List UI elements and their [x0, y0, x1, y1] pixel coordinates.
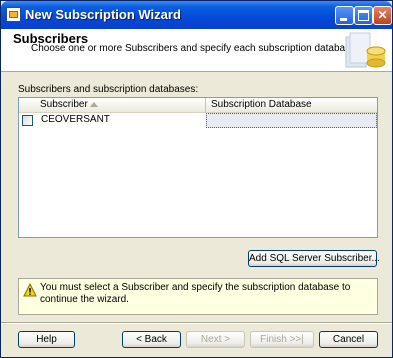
title-bar[interactable]: New Subscription Wizard ✕: [1, 1, 392, 29]
minimize-icon: [340, 18, 347, 21]
grid-header: Subscriber Subscription Database: [19, 98, 377, 113]
next-button[interactable]: Next >: [186, 331, 245, 348]
warning-icon: [23, 283, 37, 297]
subscriber-checkbox[interactable]: [22, 115, 33, 126]
wizard-window: New Subscription Wizard ✕ Subscribers Ch…: [0, 0, 393, 358]
maximize-icon: [358, 10, 369, 21]
back-button[interactable]: < Back: [122, 331, 181, 348]
subscriber-name: CEOVERSANT: [41, 114, 110, 125]
finish-button[interactable]: Finish >>|: [250, 331, 314, 348]
database-graphic-icon: [345, 32, 386, 68]
column-header-subscription-database[interactable]: Subscription Database: [207, 98, 377, 112]
app-icon: [6, 7, 21, 22]
validation-message-text: You must select a Subscriber and specify…: [40, 282, 351, 305]
maximize-button[interactable]: [354, 6, 373, 25]
subscribers-section-label: Subscribers and subscription databases:: [18, 84, 199, 95]
subscribers-grid[interactable]: Subscriber Subscription Database CEOVERS…: [18, 97, 378, 238]
column-header-database-label: Subscription Database: [211, 99, 312, 110]
wizard-header: Subscribers Choose one or more Subscribe…: [1, 29, 392, 72]
close-icon: ✕: [377, 8, 388, 22]
table-row[interactable]: CEOVERSANT: [19, 113, 377, 128]
add-sql-server-subscriber-button[interactable]: Add SQL Server Subscriber...: [248, 250, 380, 267]
column-header-subscriber[interactable]: Subscriber: [19, 98, 206, 112]
minimize-button[interactable]: [335, 6, 354, 25]
help-button[interactable]: Help: [18, 331, 75, 348]
subscription-database-cell[interactable]: [206, 113, 377, 128]
window-title: New Subscription Wizard: [25, 7, 181, 22]
footer-divider: [1, 322, 392, 324]
sort-ascending-icon: [90, 102, 98, 107]
column-header-subscriber-label: Subscriber: [40, 99, 88, 110]
cancel-button[interactable]: Cancel: [319, 331, 378, 348]
page-subtitle: Choose one or more Subscribers and speci…: [31, 43, 359, 54]
validation-message: You must select a Subscriber and specify…: [18, 278, 378, 315]
close-button[interactable]: ✕: [373, 6, 392, 25]
